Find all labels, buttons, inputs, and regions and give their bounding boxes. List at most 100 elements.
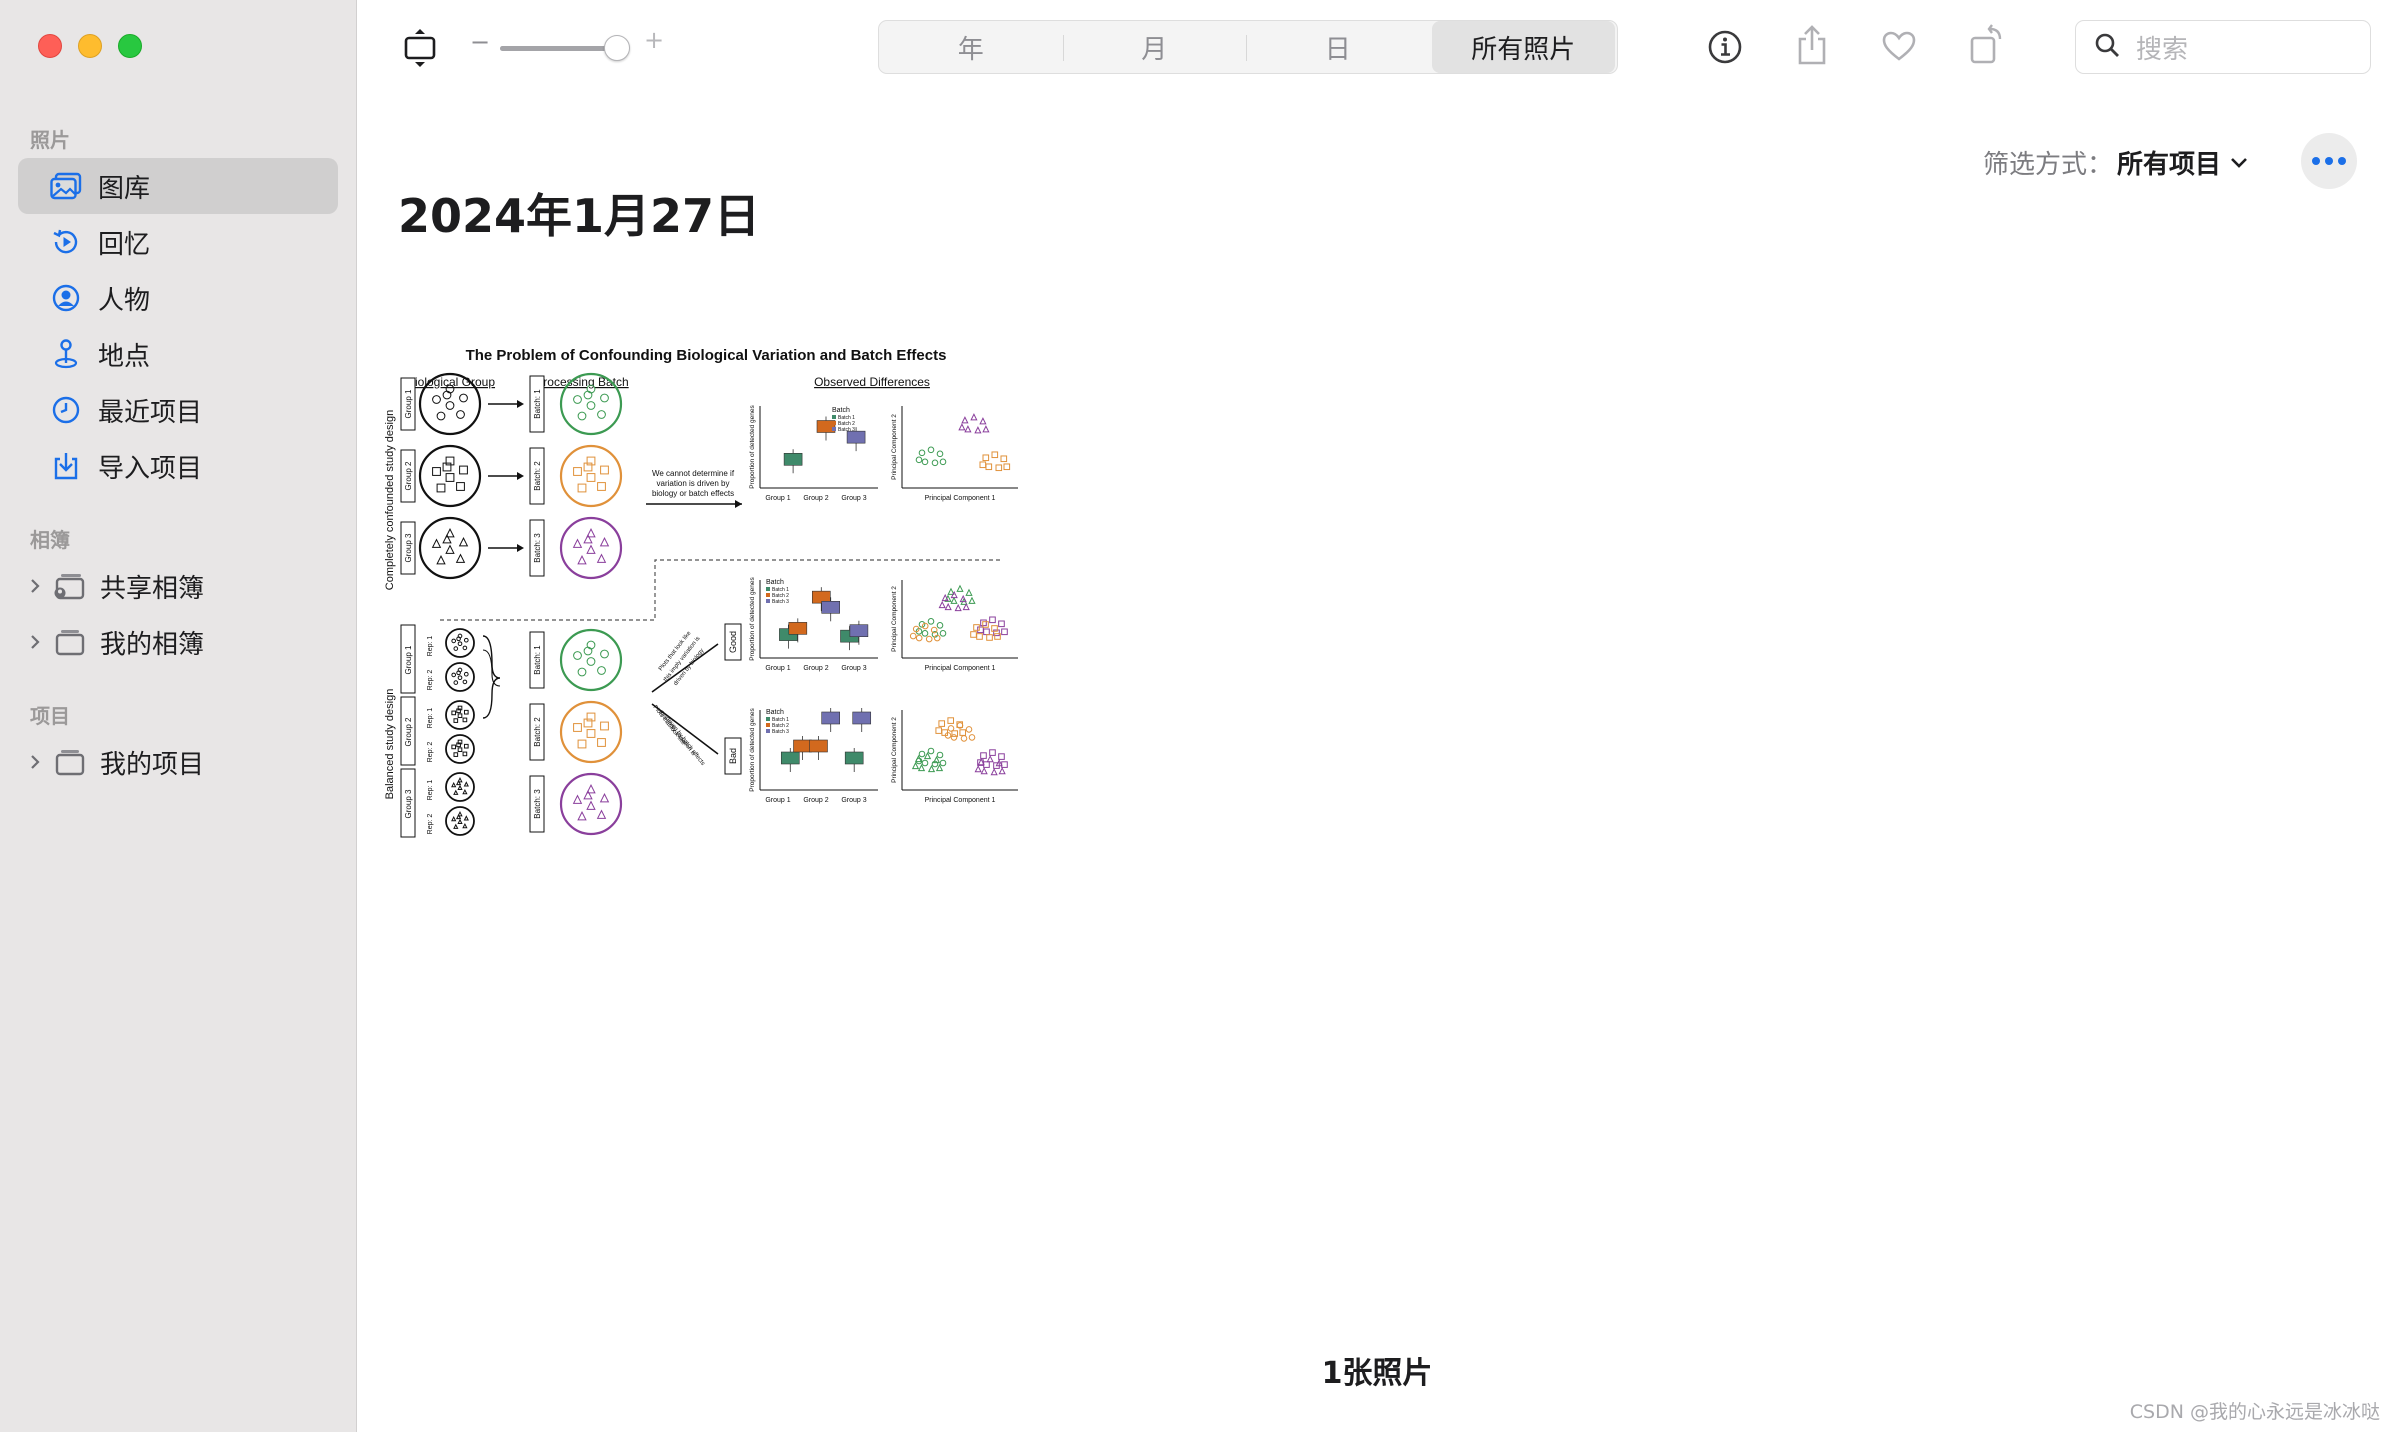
my-projects-icon <box>52 746 86 778</box>
marker-circle <box>451 672 457 678</box>
sidebar-item-places[interactable]: 地点 <box>18 326 338 382</box>
marker-square <box>982 621 989 628</box>
aspect-toggle-icon[interactable] <box>400 26 440 70</box>
marker-triangle <box>964 425 972 433</box>
marker-circle <box>453 646 459 651</box>
marker-circle <box>968 734 976 741</box>
marker-triangle <box>457 818 463 825</box>
more-options-button[interactable] <box>2301 133 2357 189</box>
sidebar-item-recent[interactable]: 最近项目 <box>18 382 338 438</box>
tab-day[interactable]: 日 <box>1246 21 1430 73</box>
figure-text: Group 3 <box>404 533 413 562</box>
zoom-slider-handle[interactable] <box>604 35 630 61</box>
marker-square <box>938 720 946 727</box>
marker-triangle <box>980 767 988 775</box>
marker-circle <box>927 747 935 755</box>
marker-circle <box>931 459 939 467</box>
filter-value: 所有项目 <box>2117 150 2222 180</box>
marker-square <box>991 451 999 459</box>
rotate-icon[interactable] <box>1966 22 2008 68</box>
marker-circle <box>586 657 596 666</box>
sidebar-item-my-albums[interactable]: 我的相簿 <box>24 614 344 670</box>
marker-triangle <box>462 788 468 795</box>
marker-triangle <box>970 413 978 421</box>
replicate-circle <box>445 734 475 764</box>
figure-text: Batch <box>766 579 784 586</box>
marker-circle <box>921 458 929 466</box>
shared-albums-icon <box>52 570 86 602</box>
figure-text: Proportion of detected genes <box>749 708 756 792</box>
close-window-button[interactable] <box>38 34 62 58</box>
batch-circle <box>559 772 623 836</box>
marker-triangle <box>442 533 452 544</box>
figure-text: Rep: 1 <box>427 636 434 657</box>
marker-square <box>462 717 468 723</box>
chevron-right-icon[interactable] <box>24 577 46 595</box>
marker-circle <box>432 395 441 404</box>
marker-triangle <box>982 425 990 433</box>
figure-text: Group 2 <box>803 665 828 672</box>
marker-circle <box>583 646 593 656</box>
chevron-right-icon[interactable] <box>24 633 46 651</box>
tab-year[interactable]: 年 <box>879 21 1063 73</box>
figure-text: Batch: 3 <box>533 533 542 563</box>
marker-circle <box>456 410 465 419</box>
arrow-head <box>517 400 524 408</box>
marker-square <box>583 462 593 472</box>
box <box>821 711 841 725</box>
chevron-right-icon[interactable] <box>24 753 46 771</box>
sidebar-item-label: 共享相簿 <box>100 573 205 604</box>
tab-month[interactable]: 月 <box>1062 21 1247 73</box>
date-heading: 2024年1月27日 <box>398 189 761 243</box>
figure-text: Principal Component 1 <box>925 495 996 502</box>
sidebar-item-imports[interactable]: 导入项目 <box>18 438 338 494</box>
tab-all-photos[interactable]: 所有照片 <box>1431 21 1615 73</box>
box <box>821 600 841 614</box>
marker-square <box>986 634 993 641</box>
marker-triangle <box>990 768 998 776</box>
figure-text: Rep: 2 <box>427 670 434 691</box>
marker-circle <box>586 401 596 410</box>
marker-square <box>445 456 455 466</box>
sidebar-item-label: 回忆 <box>98 229 151 260</box>
marker-triangle <box>451 815 457 822</box>
sidebar-item-memories[interactable]: 回忆 <box>18 214 338 270</box>
marker-circle <box>936 622 944 629</box>
figure-text: Batch <box>766 709 784 716</box>
figure-text: Principal Component 2 <box>891 717 898 783</box>
filter-menu[interactable]: 筛选方式： 所有项目 <box>1983 144 2249 181</box>
marker-square <box>980 752 987 759</box>
zoom-in-button[interactable]: + <box>644 26 664 54</box>
info-icon[interactable] <box>1704 26 1746 68</box>
marker-triangle <box>583 789 593 800</box>
observed-plots: Proportion of detected genes Group 1 Group… <box>652 405 1018 804</box>
marker-square <box>586 473 596 482</box>
marker-square <box>463 709 469 715</box>
fullscreen-window-button[interactable] <box>118 34 142 58</box>
favorite-heart-icon[interactable] <box>1878 26 1920 66</box>
figure-text: Rep: 2 <box>427 742 434 763</box>
share-icon[interactable] <box>1791 22 1833 68</box>
marker-triangle <box>961 416 969 424</box>
divider-dashed <box>440 559 1000 621</box>
zoom-out-button[interactable]: − <box>470 28 490 56</box>
marker-triangle <box>956 584 964 592</box>
marker-triangle <box>572 538 583 548</box>
sidebar-item-library[interactable]: 图库 <box>18 158 338 214</box>
marker-triangle <box>968 596 976 604</box>
sidebar-item-shared-albums[interactable]: 共享相簿 <box>24 558 344 614</box>
sidebar-item-people[interactable]: 人物 <box>18 270 338 326</box>
library-icon <box>50 170 82 202</box>
photo-thumbnail[interactable]: The Problem of Confounding Biological Va… <box>380 334 1027 840</box>
memories-icon <box>50 226 82 258</box>
marker-circle <box>927 446 935 454</box>
sidebar-item-my-projects[interactable]: 我的项目 <box>24 734 344 790</box>
marker-circle <box>936 450 944 458</box>
marker-triangle <box>463 781 469 787</box>
minimize-window-button[interactable] <box>78 34 102 58</box>
legend-swatch <box>766 587 770 591</box>
marker-square <box>457 713 463 719</box>
legend-swatch <box>766 599 770 603</box>
marker-square <box>935 727 943 734</box>
search-field[interactable]: 搜索 <box>2075 20 2371 74</box>
